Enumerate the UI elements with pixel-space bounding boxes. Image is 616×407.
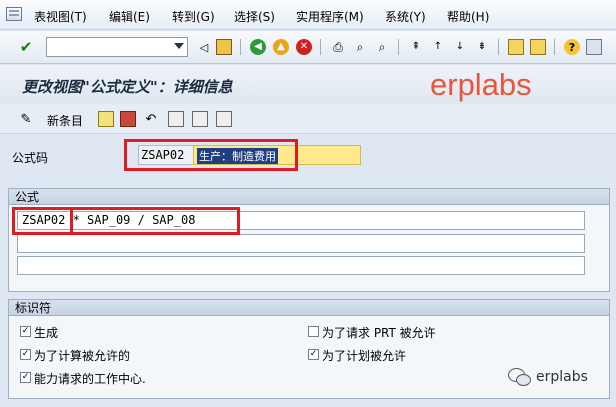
layout-icon[interactable] (586, 39, 602, 55)
checkbox-prt-allowed[interactable] (308, 326, 319, 337)
highlight-frame-code (124, 139, 298, 171)
toolbar-separator (240, 39, 241, 55)
menu-item-goto[interactable]: 转到(G) (172, 8, 215, 25)
formula-line-3[interactable] (17, 256, 585, 275)
checkbox-generate[interactable]: ✓ (20, 326, 31, 337)
menu-item-edit[interactable]: 编辑(E) (109, 8, 150, 25)
checkbox-generate-label: 生成 (34, 326, 59, 340)
checkbox-calculation-allowed[interactable]: ✓ (20, 349, 31, 360)
copy-icon[interactable] (98, 111, 114, 127)
menu-window-icon[interactable] (6, 7, 22, 21)
select-all-icon[interactable] (168, 111, 184, 127)
toolbar-separator (320, 39, 321, 55)
delete-icon[interactable] (120, 111, 136, 127)
highlight-frame-formula (12, 207, 240, 235)
footer-watermark-text: erplabs (536, 369, 588, 385)
prev-page-icon[interactable]: ↑ (430, 39, 446, 55)
watermark-text: erplabs (430, 67, 532, 102)
exit-icon[interactable]: ▲ (273, 39, 289, 55)
wechat-icon (508, 368, 531, 386)
formula-group-title: 公式 (9, 189, 609, 205)
back-icon[interactable]: ◀ (250, 39, 266, 55)
formula-line-2[interactable] (17, 234, 585, 253)
menu-item-table-view[interactable]: 表视图(T) (34, 8, 87, 25)
save-icon[interactable] (216, 39, 232, 55)
shortcut-icon[interactable] (530, 39, 546, 55)
title-bar: 更改视图"公式定义"：详细信息 erplabs (0, 65, 616, 103)
checkbox-scheduling-allowed[interactable]: ✓ (308, 349, 319, 360)
standard-toolbar: ✔ ◁ ◀ ▲ ✕ ⎙ ⌕ ⌕ ⇞ ↑ ↓ ⇟ ? (0, 31, 616, 64)
pencil-glasses-icon[interactable]: ✎ (18, 111, 34, 127)
deselect-all-icon[interactable] (216, 111, 232, 127)
page-title: 更改视图"公式定义"：详细信息 (22, 78, 233, 96)
checkbox-capacity-work-center-label: 能力请求的工作中心. (34, 372, 146, 386)
menu-item-help[interactable]: 帮助(H) (447, 8, 489, 25)
cancel-icon[interactable]: ✕ (296, 39, 312, 55)
first-page-icon[interactable]: ⇞ (408, 39, 424, 55)
select-block-icon[interactable] (192, 111, 208, 127)
help-icon[interactable]: ? (564, 39, 580, 55)
toolbar-separator (498, 39, 499, 55)
chevron-down-icon[interactable] (174, 43, 184, 49)
checkbox-scheduling-allowed-label: 为了计划被允许 (322, 349, 407, 363)
toolbar-separator (398, 39, 399, 55)
checkbox-prt-allowed-label: 为了请求 PRT 被允许 (322, 326, 436, 340)
ok-check-icon[interactable]: ✔ (18, 39, 34, 55)
find-icon[interactable]: ⌕ (352, 39, 368, 55)
new-session-icon[interactable] (508, 39, 524, 55)
print-icon[interactable]: ⎙ (330, 39, 346, 55)
undo-icon[interactable]: ↶ (143, 111, 159, 127)
command-field[interactable] (46, 37, 188, 57)
menu-item-utilities[interactable]: 实用程序(M) (296, 8, 364, 25)
application-toolbar: ✎ 新条目 ↶ (0, 104, 616, 134)
toolbar-separator (554, 39, 555, 55)
footer-watermark: erplabs (508, 368, 588, 386)
back-triangle-icon[interactable]: ◁ (196, 39, 212, 55)
menu-bar: 表视图(T) 编辑(E) 转到(G) 选择(S) 实用程序(M) 系统(Y) 帮… (0, 0, 616, 30)
menu-item-system[interactable]: 系统(Y) (385, 8, 426, 25)
checkbox-capacity-work-center[interactable]: ✓ (20, 372, 31, 383)
checkbox-calculation-allowed-label: 为了计算被允许的 (34, 349, 131, 363)
menu-item-select[interactable]: 选择(S) (234, 8, 275, 25)
formula-code-label: 公式码 (12, 151, 49, 165)
last-page-icon[interactable]: ⇟ (474, 39, 490, 55)
find-next-icon[interactable]: ⌕ (374, 39, 390, 55)
new-entries-button[interactable]: 新条目 (47, 112, 83, 129)
indicator-group-title: 标识符 (9, 300, 609, 316)
next-page-icon[interactable]: ↓ (452, 39, 468, 55)
